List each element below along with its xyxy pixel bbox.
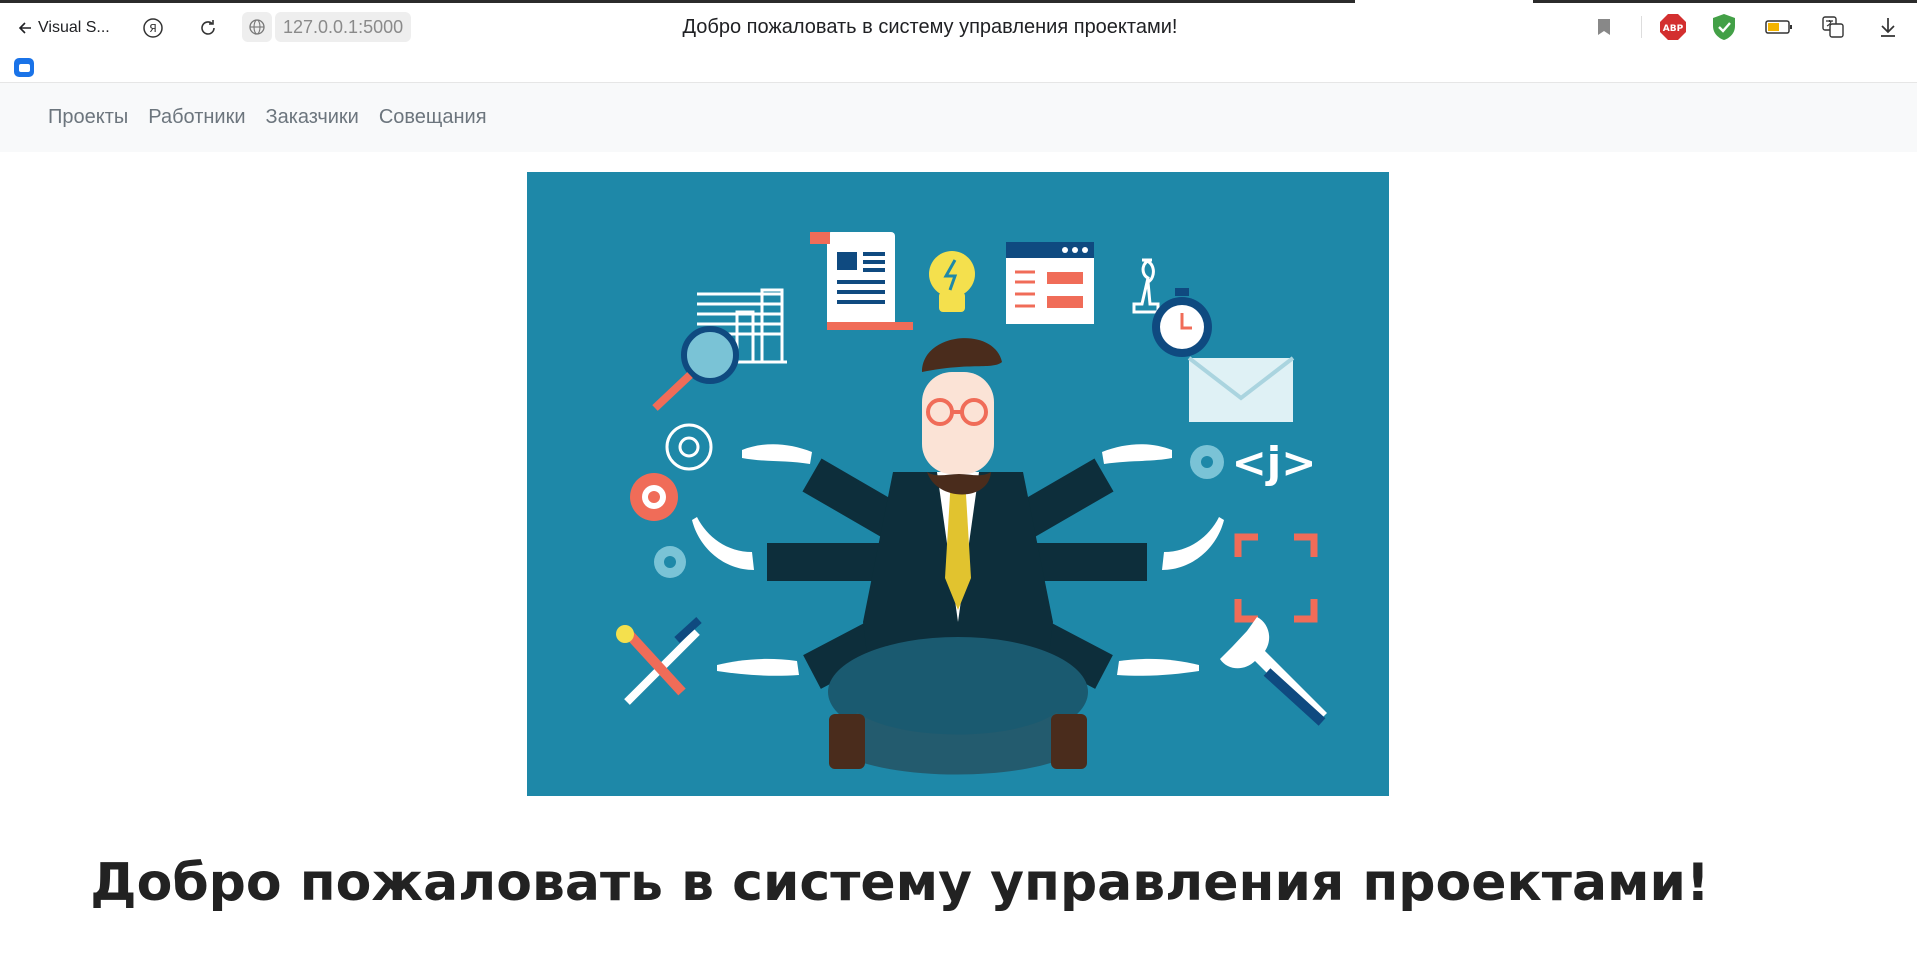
nav-projects[interactable]: Проекты bbox=[48, 106, 128, 129]
download-icon[interactable] bbox=[1874, 13, 1902, 41]
battery-icon[interactable] bbox=[1765, 13, 1793, 41]
browser-window-icon bbox=[1006, 242, 1094, 324]
gear-right-icon bbox=[1190, 445, 1224, 479]
toolbar-divider bbox=[1641, 16, 1642, 38]
multitasking-businessman-illustration: <j> bbox=[527, 172, 1389, 796]
shield-icon[interactable] bbox=[1710, 13, 1738, 41]
translate-icon[interactable] bbox=[1819, 13, 1847, 41]
gear-small-icon bbox=[654, 546, 686, 578]
hero-image: <j> bbox=[527, 172, 1389, 796]
envelope-icon bbox=[1187, 356, 1295, 422]
chat-icon[interactable] bbox=[14, 58, 34, 77]
page-title: Добро пожаловать в систему управления пр… bbox=[682, 16, 1178, 38]
welcome-heading: Добро пожаловать в систему управления пр… bbox=[90, 852, 1710, 913]
tab-strip-edge bbox=[0, 0, 1917, 3]
code-icon: <j> bbox=[1232, 438, 1317, 487]
navbar: Проекты Работники Заказчики Совещания bbox=[0, 83, 1917, 152]
nav-customers[interactable]: Заказчики bbox=[266, 106, 359, 129]
bookmark-icon[interactable] bbox=[1590, 13, 1618, 41]
adblock-label: ABP bbox=[1663, 24, 1684, 34]
nav-meetings[interactable]: Совещания bbox=[379, 106, 487, 129]
adblock-icon[interactable]: ABP bbox=[1659, 13, 1687, 41]
browser-toolbar: Visual S... Я 127.0.0.1:5000 Добро пожал… bbox=[0, 0, 1917, 83]
gear-red-icon bbox=[630, 473, 678, 521]
nav-workers[interactable]: Работники bbox=[148, 106, 245, 129]
